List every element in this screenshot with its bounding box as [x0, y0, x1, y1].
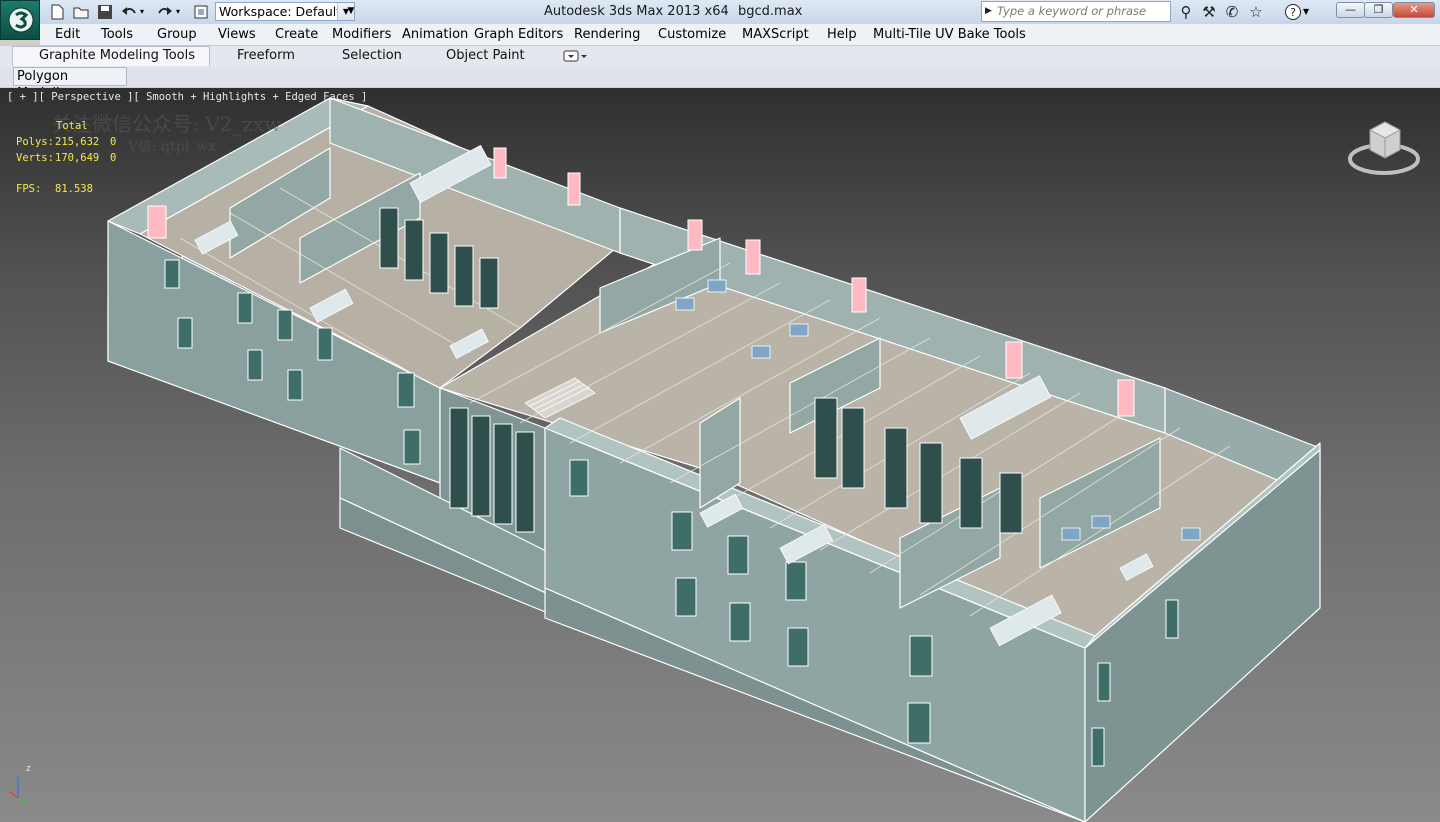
stats-header: Total — [56, 120, 88, 132]
tab-object-paint[interactable]: Object Paint — [446, 48, 525, 63]
menu-create[interactable]: Create — [275, 27, 318, 42]
menu-tools[interactable]: Tools — [101, 27, 133, 42]
building-model[interactable] — [0, 88, 1440, 822]
menu-customize[interactable]: Customize — [658, 27, 726, 42]
watermark-vxin: V信: qtpl_wx — [128, 139, 217, 155]
search-input[interactable]: ▶ Type a keyword or phrase — [981, 1, 1171, 22]
menu-multitile-uv-bake[interactable]: Multi-Tile UV Bake Tools — [873, 27, 1026, 42]
subscription-icon[interactable]: ⚒ — [1199, 3, 1219, 21]
tab-freeform[interactable]: Freeform — [237, 48, 295, 63]
menu-animation[interactable]: Animation — [402, 27, 468, 42]
tab-selection[interactable]: Selection — [342, 48, 402, 63]
restore-button[interactable]: ❐ — [1364, 2, 1393, 18]
menu-modifiers[interactable]: Modifiers — [332, 27, 391, 42]
ribbon — [0, 45, 1440, 68]
undo-icon[interactable] — [120, 3, 138, 21]
app-menu-button[interactable] — [0, 0, 40, 40]
menu-edit[interactable]: Edit — [55, 27, 80, 42]
stats-fps-value: 81.538 — [55, 183, 93, 195]
stats-verts-label: Verts: — [16, 152, 54, 164]
building-geometry — [107, 97, 1321, 822]
save-file-icon[interactable] — [96, 3, 114, 21]
stats-fps-label: FPS: — [16, 183, 42, 195]
menu-graph-editors[interactable]: Graph Editors — [474, 27, 563, 42]
tab-graphite-modeling-tools[interactable]: Graphite Modeling Tools — [39, 48, 195, 63]
minimize-button[interactable]: — — [1336, 2, 1365, 18]
svg-text:?: ? — [1290, 6, 1296, 19]
axis-z-label: z — [26, 764, 31, 774]
axis-tripod-icon — [9, 776, 27, 805]
new-file-icon[interactable] — [48, 3, 66, 21]
close-button[interactable]: ✕ — [1393, 2, 1435, 18]
stats-polys-value: 215,632 — [55, 136, 100, 148]
workspace-label: Workspace: Default — [219, 4, 342, 19]
workspace-dropdown[interactable]: Workspace: Default ▼ — [215, 2, 355, 21]
search-expand-icon: ▶ — [985, 6, 992, 16]
menu-views[interactable]: Views — [218, 27, 256, 42]
ribbon-options-icon[interactable] — [563, 49, 587, 63]
binoculars-icon[interactable]: ⚲ — [1176, 3, 1196, 21]
communication-center-icon[interactable]: ✆ — [1222, 3, 1242, 21]
menu-help[interactable]: Help — [827, 27, 857, 42]
search-placeholder: Type a keyword or phrase — [997, 4, 1147, 18]
menu-group[interactable]: Group — [157, 27, 197, 42]
menu-maxscript[interactable]: MAXScript — [742, 27, 809, 42]
help-icon[interactable]: ? — [1283, 3, 1303, 21]
open-file-icon[interactable] — [72, 3, 90, 21]
3dsmax-logo-icon — [8, 7, 34, 33]
stats-polys-label: Polys: — [16, 136, 54, 148]
redo-dropdown-icon[interactable]: ▾ — [176, 3, 186, 21]
panel-polygon-modeling[interactable]: Polygon Modeling — [13, 67, 127, 101]
redo-icon[interactable] — [156, 3, 174, 21]
ribbon-panel — [0, 67, 1440, 89]
project-folder-icon[interactable] — [192, 3, 210, 21]
favorites-star-icon[interactable]: ☆ — [1246, 3, 1266, 21]
customize-quickaccess-icon[interactable]: ▼ — [344, 2, 358, 21]
undo-dropdown-icon[interactable]: ▾ — [140, 3, 150, 21]
menu-rendering[interactable]: Rendering — [574, 27, 640, 42]
file-name: bgcd.max — [738, 4, 803, 19]
viewport-label[interactable]: [ + ][ Perspective ][ Smooth + Highlight… — [7, 91, 367, 103]
help-dropdown-icon[interactable]: ▼ — [1303, 3, 1309, 21]
perspective-viewport[interactable]: [ + ][ Perspective ][ Smooth + Highlight… — [0, 88, 1440, 822]
stats-verts-selected: 0 — [110, 152, 117, 164]
stats-verts-value: 170,649 — [55, 152, 100, 164]
stats-polys-selected: 0 — [110, 136, 117, 148]
app-title: Autodesk 3ds Max 2013 x64 — [544, 4, 729, 19]
viewcube-icon[interactable] — [1348, 121, 1420, 175]
